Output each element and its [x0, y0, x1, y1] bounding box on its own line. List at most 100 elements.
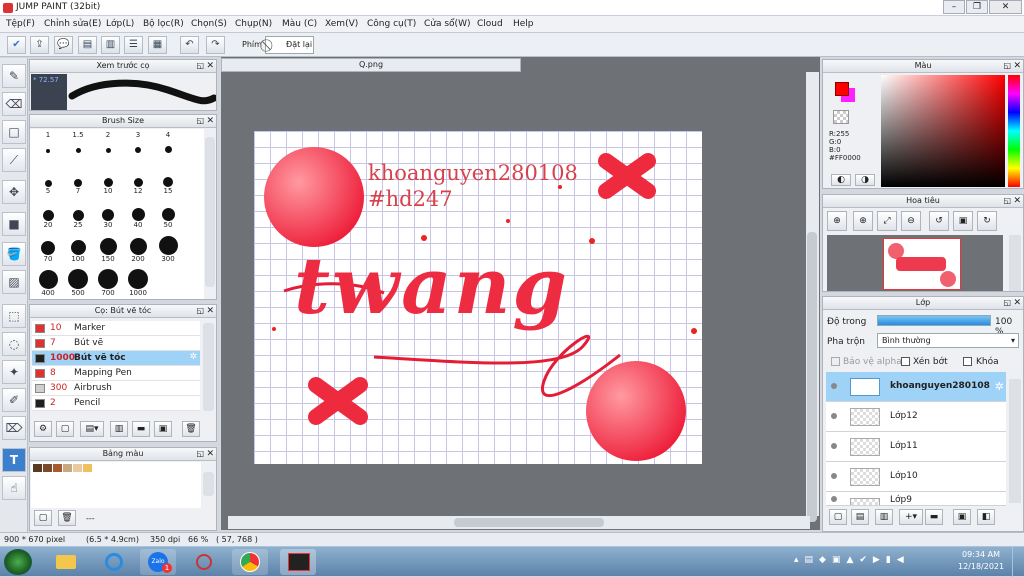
- layer-row[interactable]: Lớp9: [826, 492, 1006, 506]
- menu-cloud[interactable]: Cloud: [477, 19, 503, 29]
- blend-mode-select[interactable]: Bình thường ▾: [877, 333, 1019, 348]
- chrome-icon[interactable]: [232, 549, 268, 575]
- zoom-in-icon[interactable]: ⊕: [853, 211, 873, 231]
- bucket-tool-icon[interactable]: 🪣: [2, 242, 26, 266]
- undo-icon[interactable]: ↶: [180, 36, 199, 54]
- brush-size-cell[interactable]: 500: [63, 267, 93, 297]
- brush-size-cell[interactable]: 150: [93, 233, 123, 263]
- reset-button[interactable]: ⃠ Đặt lại: [265, 36, 314, 54]
- new-brush-icon[interactable]: ▢: [56, 421, 74, 437]
- select-pen-tool-icon[interactable]: ✐: [2, 388, 26, 412]
- menu-capture[interactable]: Chụp(N): [235, 19, 272, 29]
- palette-swatch[interactable]: [83, 464, 92, 472]
- brush-item[interactable]: 8 Mapping Pen: [32, 366, 200, 381]
- move-tool-icon[interactable]: ✥: [2, 180, 26, 204]
- drawing-canvas[interactable]: khoanguyen280108 #hd247 twang: [254, 131, 702, 464]
- layer-row[interactable]: Lớp11: [826, 432, 1006, 462]
- menu-color[interactable]: Màu (C): [282, 19, 317, 29]
- rectangle-tool-icon[interactable]: □: [2, 120, 26, 144]
- panel-close-icon[interactable]: ✕: [1013, 297, 1021, 309]
- show-desktop-button[interactable]: [1012, 547, 1024, 577]
- opacity-slider[interactable]: [877, 315, 991, 326]
- comment-icon[interactable]: 💬: [54, 36, 73, 54]
- panel-menu-icon[interactable]: ◱: [1003, 297, 1011, 309]
- jump-paint-taskbar-icon[interactable]: [280, 549, 316, 575]
- brush-size-cell[interactable]: 10: [93, 165, 123, 195]
- redo-icon[interactable]: ↷: [206, 36, 225, 54]
- menu-edit[interactable]: Chỉnh sửa(E): [44, 19, 101, 29]
- panel-menu-icon[interactable]: ◱: [1003, 60, 1011, 72]
- eraser-tool-icon[interactable]: ⌫: [2, 92, 26, 116]
- brush-size-cell[interactable]: 12: [123, 165, 153, 195]
- pen-tool-icon[interactable]: ✎: [2, 64, 26, 88]
- system-tray-icons[interactable]: ▴▤◆▣▲✔▶▮◀: [794, 555, 924, 569]
- brush-size-cell[interactable]: 15: [153, 165, 183, 195]
- document-tab[interactable]: Q.png: [221, 58, 521, 72]
- saturation-value-picker[interactable]: [881, 75, 1005, 187]
- new-layer-icon[interactable]: ▢: [829, 509, 847, 525]
- layer-add-menu-icon[interactable]: +▾: [899, 509, 923, 525]
- visibility-icon[interactable]: [831, 496, 837, 502]
- copy-brush-icon[interactable]: ▤▾: [80, 421, 104, 437]
- menu-file[interactable]: Tệp(F): [6, 19, 35, 29]
- zalo-icon[interactable]: Zalo 1: [140, 549, 176, 575]
- panel-menu-icon[interactable]: ◱: [1003, 195, 1011, 207]
- protect-alpha-checkbox[interactable]: [831, 357, 840, 366]
- list-icon[interactable]: ☰: [124, 36, 143, 54]
- close-button[interactable]: ✕: [989, 0, 1022, 14]
- brush-size-cell[interactable]: 700: [93, 267, 123, 297]
- brush-item-selected[interactable]: 1000 Bút vẽ tóc ✲: [32, 351, 200, 366]
- menu-window[interactable]: Cửa sổ(W): [424, 19, 470, 29]
- brush-size-cell[interactable]: 25: [63, 199, 93, 229]
- layer-mask-icon[interactable]: ◧: [977, 509, 995, 525]
- lasso-tool-icon[interactable]: ◌: [2, 332, 26, 356]
- brush-settings-icon[interactable]: ⚙: [34, 421, 52, 437]
- color-mode-icon[interactable]: ◐: [831, 174, 851, 186]
- brush-group-icon[interactable]: ▣: [154, 421, 172, 437]
- layer-row-selected[interactable]: khoanguyen280108 ✲: [826, 372, 1006, 402]
- menu-tools[interactable]: Công cụ(T): [367, 19, 416, 29]
- panel-close-icon[interactable]: ✕: [206, 448, 214, 460]
- palette-scrollbar[interactable]: [203, 472, 214, 496]
- settings-gear-icon[interactable]: ✲: [189, 352, 197, 362]
- brush-size-cell[interactable]: 300: [153, 233, 183, 263]
- file-explorer-icon[interactable]: [48, 549, 84, 575]
- panel-close-icon[interactable]: ✕: [206, 305, 214, 317]
- menu-view[interactable]: Xem(V): [325, 19, 358, 29]
- maximize-button[interactable]: ❐: [966, 0, 988, 14]
- visibility-icon[interactable]: [831, 413, 837, 419]
- brush-size-cell[interactable]: 1.5: [63, 131, 93, 153]
- navigator-scrollbar[interactable]: [1009, 235, 1021, 291]
- panel-close-icon[interactable]: ✕: [206, 115, 214, 127]
- brush-size-cell[interactable]: 200: [123, 233, 153, 263]
- magic-wand-tool-icon[interactable]: ✦: [2, 360, 26, 384]
- visibility-icon[interactable]: [831, 383, 837, 389]
- brush-size-cell[interactable]: 400: [33, 267, 63, 297]
- brush-size-cell[interactable]: 50: [153, 199, 183, 229]
- lock-checkbox[interactable]: [963, 357, 972, 366]
- snipping-tool-icon[interactable]: [186, 549, 222, 575]
- layer-row[interactable]: Lớp12: [826, 402, 1006, 432]
- clipping-checkbox[interactable]: [901, 357, 910, 366]
- panel-close-icon[interactable]: ✕: [206, 60, 214, 72]
- menu-help[interactable]: Help: [513, 19, 534, 29]
- select-eraser-tool-icon[interactable]: ⌦: [2, 416, 26, 440]
- vertical-scrollbar[interactable]: [806, 72, 819, 522]
- navigator-preview[interactable]: [827, 235, 1003, 291]
- internet-explorer-icon[interactable]: [96, 549, 132, 575]
- settings-gear-icon[interactable]: ✲: [995, 380, 1004, 393]
- brush-size-cell[interactable]: 1: [33, 131, 63, 153]
- export-icon[interactable]: ⇪: [30, 36, 49, 54]
- rotate-right-icon[interactable]: ↻: [977, 211, 997, 231]
- horizontal-scrollbar[interactable]: [228, 516, 810, 529]
- zoom-out-icon[interactable]: ⊖: [901, 211, 921, 231]
- paste-brush-icon[interactable]: ▥: [110, 421, 128, 437]
- brush-size-cell[interactable]: 4: [153, 131, 183, 153]
- visibility-icon[interactable]: [831, 473, 837, 479]
- brush-size-cell[interactable]: 30: [93, 199, 123, 229]
- duplicate-layer-icon[interactable]: ▥: [875, 509, 893, 525]
- palette-swatch[interactable]: [33, 464, 42, 472]
- brush-item[interactable]: 10 Marker: [32, 321, 200, 336]
- hue-slider[interactable]: [1008, 75, 1020, 187]
- brush-size-cell[interactable]: 40: [123, 199, 153, 229]
